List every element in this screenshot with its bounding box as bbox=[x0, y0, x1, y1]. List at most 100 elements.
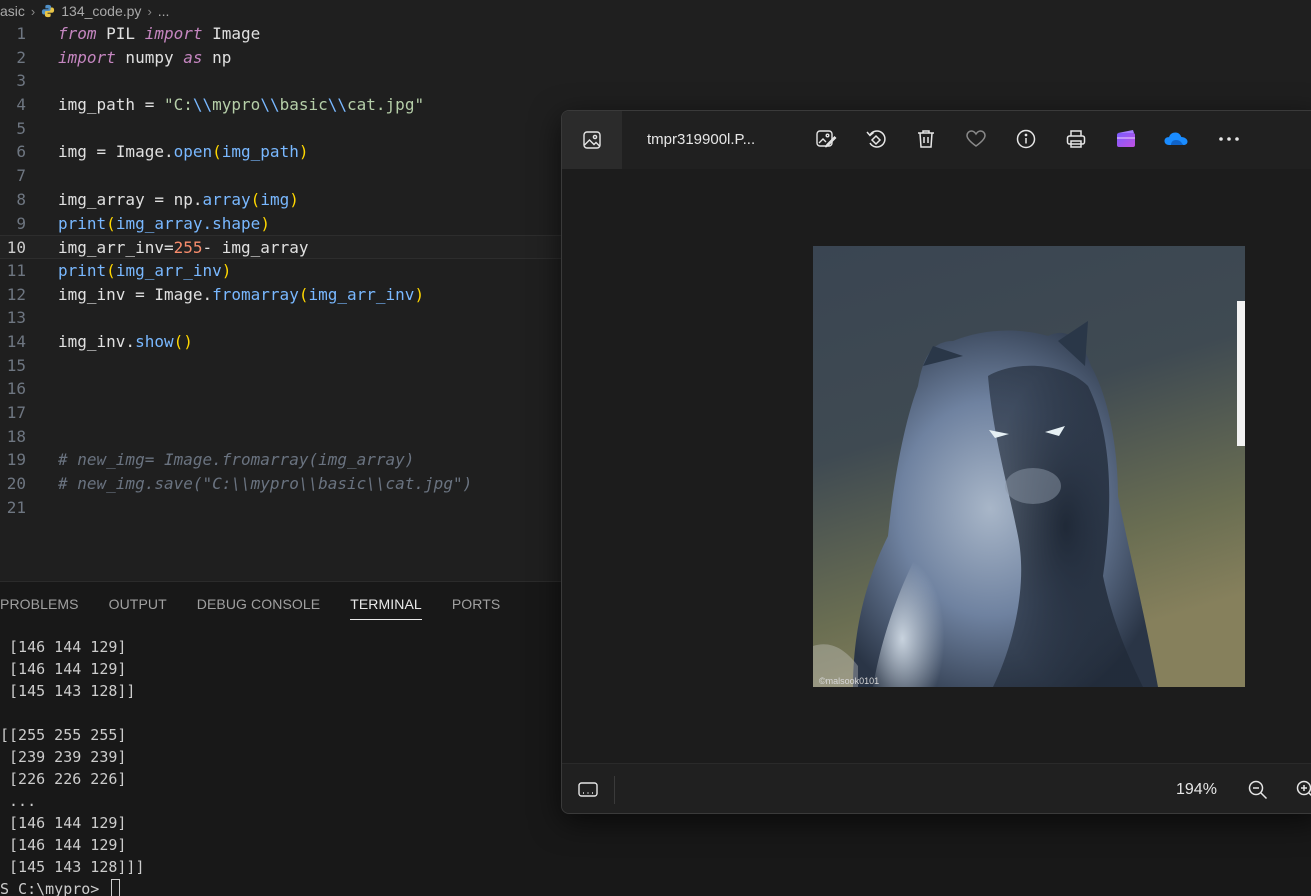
line-number: 11 bbox=[6, 260, 26, 280]
zoom-out-button[interactable] bbox=[1244, 776, 1272, 804]
line-number: 16 bbox=[6, 379, 26, 399]
token: img_inv = Image. bbox=[58, 284, 213, 304]
watermark-text: ©malsook0101 bbox=[819, 676, 879, 686]
token: () bbox=[173, 331, 193, 351]
line-number: 19 bbox=[6, 450, 26, 470]
token: ) bbox=[289, 189, 299, 209]
image-icon bbox=[583, 131, 601, 149]
viewer-file-title: tmpr319900l.P... bbox=[647, 131, 756, 148]
token: Image bbox=[202, 24, 261, 43]
delete-button[interactable] bbox=[912, 125, 940, 153]
terminal-line: [145 143 128]] bbox=[0, 682, 136, 700]
photo-viewer-window[interactable]: tmpr319900l.P... ©malsook0101 194% bbox=[561, 110, 1311, 814]
onedrive-button[interactable] bbox=[1162, 125, 1190, 153]
line-number: 3 bbox=[16, 71, 26, 91]
terminal[interactable]: [146 144 129] [146 144 129] [145 143 128… bbox=[0, 636, 145, 896]
line-number: 12 bbox=[6, 284, 26, 304]
token: img_path bbox=[221, 142, 299, 162]
line-number: 14 bbox=[6, 331, 26, 351]
token: \\ bbox=[192, 95, 213, 115]
line-number: 15 bbox=[6, 355, 26, 375]
token: import bbox=[58, 47, 116, 67]
breadcrumb: asic › 134_code.py › ... bbox=[0, 0, 169, 22]
token: img_inv. bbox=[58, 331, 136, 351]
token: ) bbox=[260, 213, 270, 233]
zoom-level[interactable]: 194% bbox=[1176, 764, 1217, 813]
onedrive-cloud-icon bbox=[1164, 132, 1188, 145]
viewer-app-tab[interactable] bbox=[562, 111, 622, 169]
comment: # new_img.save("C:\\mypro\\basic\\cat.jp… bbox=[58, 474, 473, 494]
zoom-in-icon bbox=[1296, 780, 1311, 797]
more-options-button[interactable] bbox=[1215, 125, 1243, 153]
tab-output[interactable]: OUTPUT bbox=[109, 582, 167, 626]
rotate-button[interactable] bbox=[862, 125, 890, 153]
terminal-cursor bbox=[111, 879, 121, 896]
inverted-cat-image: ©malsook0101 bbox=[813, 246, 1245, 687]
code-line[interactable]: 3 bbox=[0, 69, 1311, 93]
token: img_array.shape bbox=[115, 213, 261, 233]
filmstrip-toggle-button[interactable] bbox=[574, 776, 602, 804]
token: "C: bbox=[163, 95, 193, 115]
token: PIL bbox=[96, 24, 145, 43]
terminal-line: [239 239 239] bbox=[0, 748, 127, 766]
terminal-line: [146 144 129] bbox=[0, 638, 127, 656]
token: print bbox=[58, 213, 107, 233]
filmstrip-icon bbox=[578, 782, 598, 797]
line-number: 13 bbox=[6, 308, 26, 328]
code-line[interactable]: 2 import numpy as np bbox=[0, 46, 1311, 70]
line-number: 10 bbox=[6, 238, 26, 258]
terminal-prompt-line[interactable]: S C:\mypro> bbox=[0, 878, 145, 896]
tab-ports[interactable]: PORTS bbox=[452, 582, 500, 626]
token: " bbox=[414, 95, 425, 115]
trash-icon bbox=[918, 130, 934, 148]
token: ( bbox=[106, 213, 116, 233]
rotate-icon bbox=[866, 130, 886, 148]
clipchamp-icon bbox=[1117, 130, 1135, 147]
chevron-right-icon: › bbox=[30, 3, 36, 19]
token: show bbox=[135, 331, 174, 351]
token: ( bbox=[212, 142, 222, 162]
token: - img_array bbox=[202, 238, 309, 258]
image-canvas[interactable]: ©malsook0101 bbox=[562, 169, 1311, 763]
token: ) bbox=[221, 260, 232, 280]
tab-debug-console[interactable]: DEBUG CONSOLE bbox=[197, 582, 320, 626]
zoom-in-button[interactable] bbox=[1292, 776, 1311, 804]
token: img_arr_inv bbox=[308, 284, 415, 304]
line-number: 5 bbox=[16, 118, 26, 138]
terminal-line: [[255 255 255] bbox=[0, 726, 127, 744]
token: \\ bbox=[260, 95, 280, 115]
favorite-button[interactable] bbox=[962, 125, 990, 153]
terminal-line: [145 143 128]]] bbox=[0, 858, 145, 876]
tab-terminal[interactable]: TERMINAL bbox=[350, 582, 422, 626]
line-number: 8 bbox=[16, 189, 26, 209]
line-number: 7 bbox=[16, 166, 26, 186]
terminal-line: [146 144 129] bbox=[0, 814, 127, 832]
token: ) bbox=[298, 142, 309, 162]
line-number: 1 bbox=[16, 24, 26, 43]
token: np bbox=[202, 47, 232, 67]
line-number: 21 bbox=[6, 497, 26, 517]
clipchamp-button[interactable] bbox=[1112, 125, 1140, 153]
panel-tabs: PROBLEMS OUTPUT DEBUG CONSOLE TERMINAL P… bbox=[0, 582, 530, 626]
tab-problems[interactable]: PROBLEMS bbox=[0, 582, 79, 626]
token: mypro bbox=[212, 95, 261, 115]
token: array bbox=[202, 189, 251, 209]
token: from bbox=[58, 24, 97, 43]
chevron-right-icon: › bbox=[147, 3, 152, 19]
breadcrumb-file[interactable]: 134_code.py bbox=[61, 3, 141, 19]
more-horizontal-icon bbox=[1219, 137, 1239, 141]
breadcrumb-folder[interactable]: asic bbox=[0, 3, 25, 19]
breadcrumb-more[interactable]: ... bbox=[158, 3, 170, 19]
token: print bbox=[58, 260, 107, 280]
print-button[interactable] bbox=[1062, 125, 1090, 153]
edit-image-button[interactable] bbox=[812, 125, 840, 153]
code-line[interactable]: 1 from PIL import Image bbox=[0, 22, 1311, 46]
info-icon bbox=[1016, 129, 1036, 149]
info-button[interactable] bbox=[1012, 125, 1040, 153]
line-number: 4 bbox=[16, 95, 26, 115]
token: cat.jpg bbox=[347, 95, 415, 115]
terminal-line: [226 226 226] bbox=[0, 770, 127, 788]
token: img = Image. bbox=[58, 142, 174, 162]
terminal-line: [146 144 129] bbox=[0, 660, 127, 678]
line-number: 17 bbox=[6, 403, 26, 422]
